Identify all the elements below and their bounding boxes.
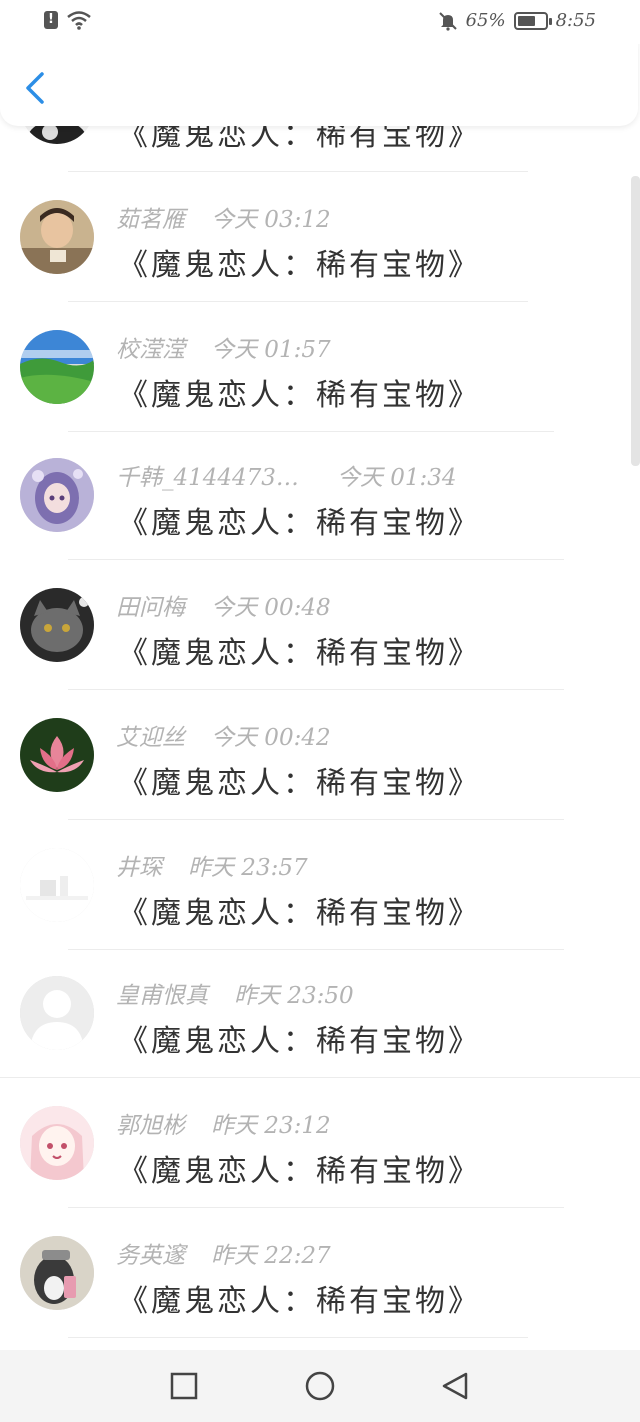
message-text: 《魔鬼恋人：稀有宝物》 <box>118 766 481 801</box>
comment-meta: 千韩_4144473… 今天 01:34 <box>116 458 457 492</box>
top-header <box>0 40 638 126</box>
scrollbar[interactable] <box>631 176 640 466</box>
avatar[interactable] <box>20 200 94 274</box>
avatar[interactable] <box>20 458 94 532</box>
avatar[interactable] <box>20 1236 94 1310</box>
comment-meta: 艾迎丝 今天 00:42 <box>116 718 331 752</box>
timestamp: 今天 01:57 <box>211 337 331 363</box>
system-back-button[interactable] <box>440 1370 472 1402</box>
comment-meta: 皇甫恨真 昨天 23:50 <box>116 976 354 1010</box>
user-name[interactable]: 井琛 <box>116 848 162 882</box>
comment-meta: 务英邃 昨天 22:27 <box>116 1236 331 1270</box>
avatar[interactable] <box>20 848 94 922</box>
circle-icon <box>305 1371 335 1401</box>
avatar[interactable] <box>20 588 94 662</box>
timestamp: 今天 03:12 <box>211 207 331 233</box>
list-item[interactable]: 田问梅 今天 00:48 《魔鬼恋人：稀有宝物》 <box>0 560 640 690</box>
comment-meta: 郭旭彬 昨天 23:12 <box>116 1106 331 1140</box>
list-item[interactable]: 千韩_4144473… 今天 01:34 《魔鬼恋人：稀有宝物》 <box>0 430 640 560</box>
recent-apps-button[interactable] <box>168 1370 200 1402</box>
divider <box>68 1337 528 1338</box>
timestamp: 昨天 23:50 <box>234 983 354 1009</box>
status-bar: 65% 8:55 <box>0 0 640 44</box>
list-item[interactable]: 皇甫恨真 昨天 23:50 《魔鬼恋人：稀有宝物》 <box>0 948 640 1078</box>
clock: 8:55 <box>555 10 596 31</box>
user-name[interactable]: 务英邃 <box>116 1236 185 1270</box>
timestamp: 今天 00:42 <box>211 725 331 751</box>
user-name[interactable]: 校滢滢 <box>116 330 185 364</box>
timestamp: 昨天 23:12 <box>211 1113 331 1139</box>
sim-alert-icon <box>44 11 58 29</box>
battery-icon <box>513 11 552 30</box>
comment-meta: 田问梅 今天 00:48 <box>116 588 331 622</box>
triangle-back-icon <box>442 1372 468 1400</box>
avatar[interactable] <box>20 976 94 1050</box>
avatar[interactable] <box>20 330 94 404</box>
timestamp: 昨天 23:57 <box>188 855 308 881</box>
user-name[interactable]: 茹茗雁 <box>116 200 185 234</box>
chevron-left-icon <box>26 72 44 104</box>
back-button[interactable] <box>20 70 52 106</box>
message-text: 《魔鬼恋人：稀有宝物》 <box>118 248 481 283</box>
message-text: 《魔鬼恋人：稀有宝物》 <box>118 1024 481 1059</box>
user-name[interactable]: 郭旭彬 <box>116 1106 185 1140</box>
message-text: 《魔鬼恋人：稀有宝物》 <box>118 636 481 671</box>
avatar[interactable] <box>20 1106 94 1180</box>
list-item[interactable]: 井琛 昨天 23:57 《魔鬼恋人：稀有宝物》 <box>0 820 640 950</box>
comment-meta: 茹茗雁 今天 03:12 <box>116 200 331 234</box>
comment-meta: 校滢滢 今天 01:57 <box>116 330 331 364</box>
list-item[interactable]: 郭旭彬 昨天 23:12 《魔鬼恋人：稀有宝物》 <box>0 1078 640 1208</box>
user-name[interactable]: 皇甫恨真 <box>116 976 208 1010</box>
wifi-icon <box>67 11 91 30</box>
home-button[interactable] <box>304 1370 336 1402</box>
message-text: 《魔鬼恋人：稀有宝物》 <box>118 506 481 541</box>
message-text: 《魔鬼恋人：稀有宝物》 <box>118 378 481 413</box>
message-text: 《魔鬼恋人：稀有宝物》 <box>118 1154 481 1189</box>
message-text: 《魔鬼恋人：稀有宝物》 <box>118 896 481 931</box>
battery-percent: 65% <box>465 10 506 31</box>
timestamp: 今天 01:34 <box>336 465 457 491</box>
list-item[interactable]: 艾迎丝 今天 00:42 《魔鬼恋人：稀有宝物》 <box>0 690 640 820</box>
bell-muted-icon <box>438 11 457 31</box>
timestamp: 昨天 22:27 <box>211 1243 331 1269</box>
user-name[interactable]: 艾迎丝 <box>116 718 185 752</box>
timestamp: 今天 00:48 <box>211 595 331 621</box>
system-nav-bar <box>0 1350 640 1422</box>
list-item[interactable]: 校滢滢 今天 01:57 《魔鬼恋人：稀有宝物》 <box>0 302 640 432</box>
user-name[interactable]: 田问梅 <box>116 588 185 622</box>
list-item[interactable]: 务英邃 昨天 22:27 《魔鬼恋人：稀有宝物》 <box>0 1208 640 1338</box>
comment-meta: 井琛 昨天 23:57 <box>116 848 308 882</box>
list-item[interactable]: 茹茗雁 今天 03:12 《魔鬼恋人：稀有宝物》 <box>0 172 640 302</box>
user-name[interactable]: 千韩_4144473… <box>116 458 299 492</box>
avatar[interactable] <box>20 718 94 792</box>
square-icon <box>170 1372 198 1400</box>
message-text: 《魔鬼恋人：稀有宝物》 <box>118 1284 481 1319</box>
